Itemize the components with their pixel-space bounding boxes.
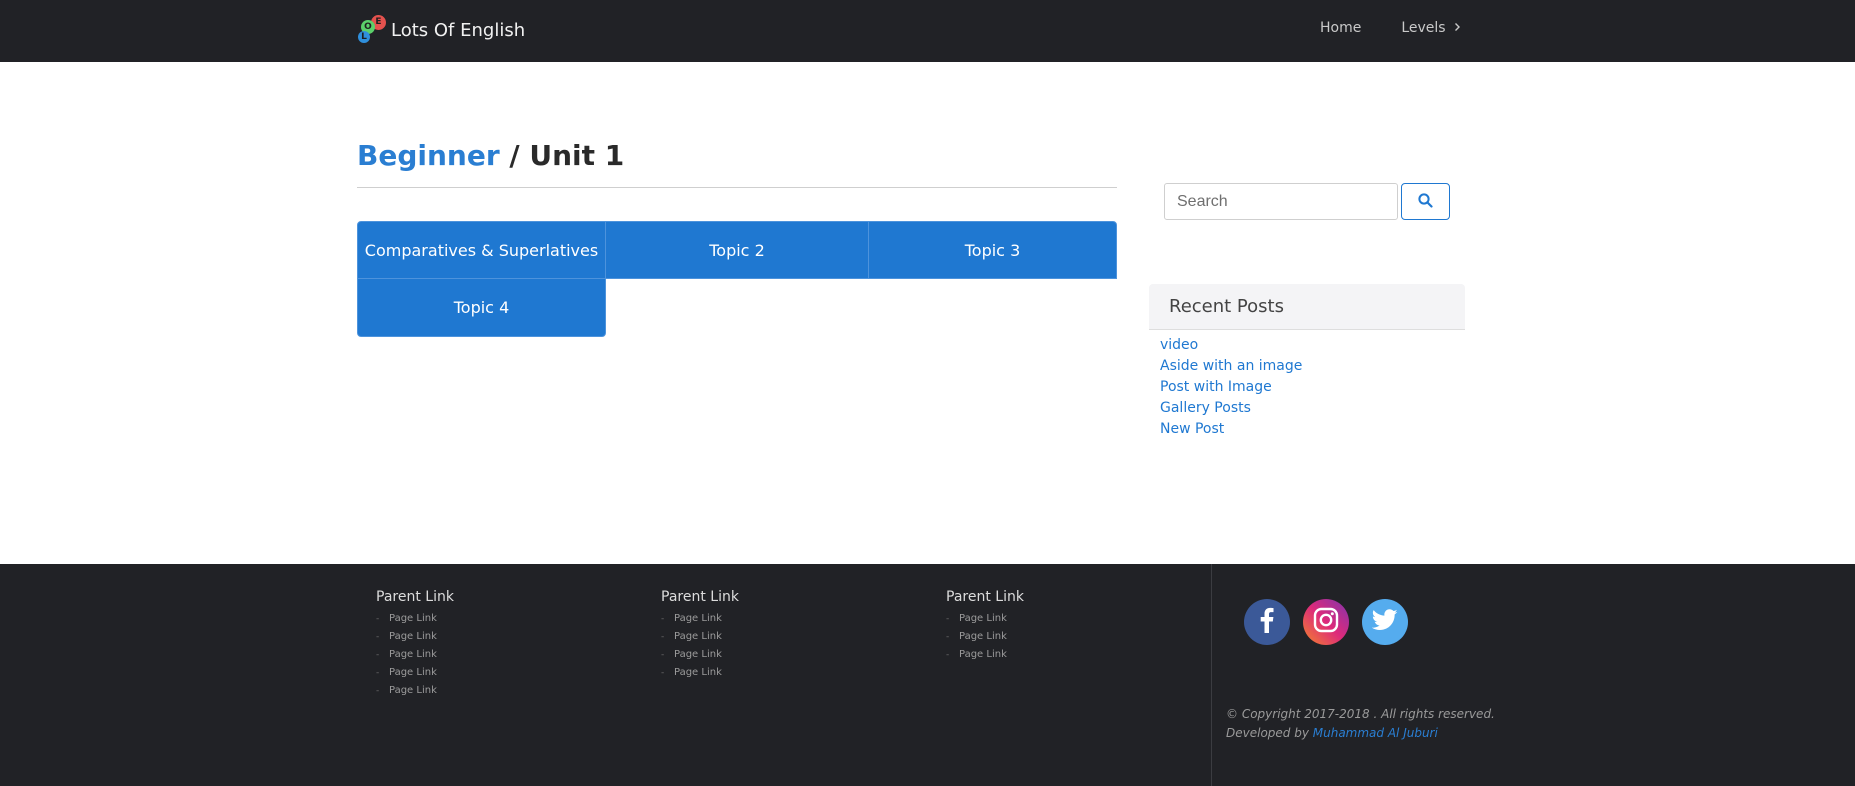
footer-parent-link[interactable]: Parent Link	[376, 589, 454, 605]
developed-by-label: Developed by	[1226, 726, 1313, 740]
footer-page-link[interactable]: Page Link	[946, 628, 1024, 646]
recent-post-link[interactable]: Gallery Posts	[1160, 398, 1465, 419]
brand-name[interactable]: Lots Of English	[391, 20, 525, 41]
footer-page-link[interactable]: Page Link	[376, 628, 454, 646]
footer-column: Parent Link Page Link Page Link Page Lin…	[376, 589, 454, 700]
footer-column: Parent Link Page Link Page Link Page Lin…	[946, 589, 1024, 664]
facebook-link[interactable]	[1244, 599, 1290, 645]
footer-divider	[1211, 564, 1212, 786]
logo-icon: E O L	[357, 14, 389, 46]
recent-post-link[interactable]: Post with Image	[1160, 377, 1465, 398]
footer-page-link[interactable]: Page Link	[661, 646, 739, 664]
instagram-icon	[1313, 607, 1339, 637]
footer-page-link[interactable]: Page Link	[376, 682, 454, 700]
search-input[interactable]	[1164, 183, 1398, 220]
twitter-link[interactable]	[1362, 599, 1408, 645]
footer-page-link[interactable]: Page Link	[376, 664, 454, 682]
recent-posts-card: Recent Posts video Aside with an image P…	[1149, 284, 1465, 440]
facebook-icon	[1260, 607, 1274, 637]
topic-button[interactable]: Topic 2	[605, 221, 869, 279]
footer-page-link[interactable]: Page Link	[661, 664, 739, 682]
copyright-text: © Copyright 2017-2018 . All rights reser…	[1226, 705, 1495, 743]
nav-home-link[interactable]: Home	[1320, 20, 1361, 36]
footer: Parent Link Page Link Page Link Page Lin…	[0, 564, 1855, 786]
twitter-icon	[1371, 609, 1398, 635]
search-icon	[1418, 192, 1433, 211]
footer-page-link[interactable]: Page Link	[376, 646, 454, 664]
nav-levels-link[interactable]: Levels	[1401, 20, 1460, 36]
developer-link[interactable]: Muhammad Al Juburi	[1313, 726, 1438, 740]
recent-post-link[interactable]: Aside with an image	[1160, 356, 1465, 377]
page-title: Beginner / Unit 1	[357, 139, 624, 172]
footer-page-link[interactable]: Page Link	[376, 610, 454, 628]
recent-posts-title: Recent Posts	[1149, 284, 1465, 330]
logo-letter-l: L	[358, 31, 370, 43]
recent-post-link[interactable]: New Post	[1160, 419, 1465, 440]
footer-parent-link[interactable]: Parent Link	[661, 589, 739, 605]
copyright-line: © Copyright 2017-2018 . All rights reser…	[1226, 707, 1495, 721]
title-divider	[357, 187, 1117, 188]
topic-button[interactable]: Topic 4	[357, 278, 606, 337]
footer-page-link[interactable]: Page Link	[946, 646, 1024, 664]
navbar: E O L Lots Of English Home Levels	[0, 0, 1855, 62]
chevron-right-icon	[1454, 21, 1461, 35]
footer-page-link[interactable]: Page Link	[661, 628, 739, 646]
breadcrumb-current: Unit 1	[529, 139, 625, 172]
breadcrumb-separator: /	[499, 139, 530, 172]
breadcrumb-beginner-link[interactable]: Beginner	[357, 139, 500, 172]
topic-button[interactable]: Topic 3	[868, 221, 1117, 279]
nav-home-label: Home	[1320, 20, 1362, 36]
footer-page-link[interactable]: Page Link	[661, 610, 739, 628]
nav-levels-label: Levels	[1401, 20, 1446, 36]
footer-parent-link[interactable]: Parent Link	[946, 589, 1024, 605]
footer-column: Parent Link Page Link Page Link Page Lin…	[661, 589, 739, 682]
recent-post-link[interactable]: video	[1160, 335, 1465, 356]
topic-button[interactable]: Comparatives & Superlatives	[357, 221, 606, 279]
recent-posts-list: video Aside with an image Post with Imag…	[1149, 330, 1465, 440]
instagram-link[interactable]	[1303, 599, 1349, 645]
search-button[interactable]	[1401, 183, 1450, 220]
brand[interactable]: E O L Lots Of English	[357, 14, 525, 46]
footer-page-link[interactable]: Page Link	[946, 610, 1024, 628]
developed-by-line: Developed by Muhammad Al Juburi	[1226, 724, 1495, 743]
nav-links: Home Levels	[1320, 20, 1501, 36]
